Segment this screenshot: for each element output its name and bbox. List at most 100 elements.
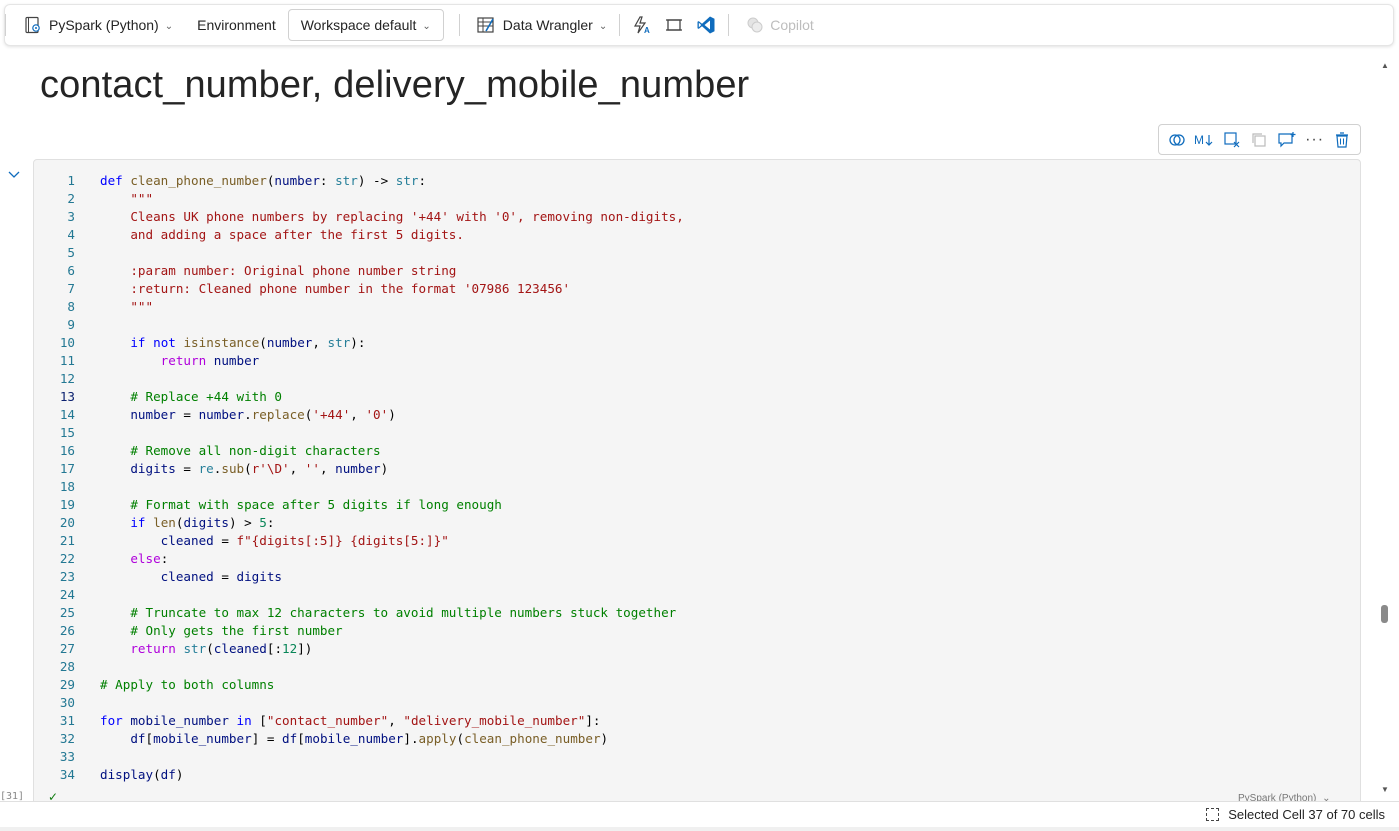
code-line[interactable]: 30 <box>34 694 1360 712</box>
code-line[interactable]: 6 :param number: Original phone number s… <box>34 262 1360 280</box>
code-line[interactable]: 26 # Only gets the first number <box>34 622 1360 640</box>
language-selector[interactable]: PySpark (Python) ⌄ <box>24 9 173 41</box>
code-line[interactable]: 10 if not isinstance(number, str): <box>34 334 1360 352</box>
code-line[interactable]: 33 <box>34 748 1360 766</box>
vertical-scrollbar[interactable]: ▲ ▼ <box>1377 57 1392 801</box>
code-line[interactable]: 25 # Truncate to max 12 characters to av… <box>34 604 1360 622</box>
status-bar: Selected Cell 37 of 70 cells <box>0 801 1399 827</box>
workspace-dropdown[interactable]: Workspace default ⌄ <box>287 9 444 41</box>
open-in-vscode-button[interactable] <box>694 9 718 41</box>
line-number: 22 <box>59 551 75 566</box>
code-line[interactable]: 11 return number <box>34 352 1360 370</box>
ai-cell-button[interactable] <box>1166 129 1188 151</box>
code-line[interactable]: 17 digits = re.sub(r'\D', '', number) <box>34 460 1360 478</box>
code-line[interactable]: 29 # Apply to both columns <box>34 676 1360 694</box>
code-line[interactable]: 31 for mobile_number in ["contact_number"… <box>34 712 1360 730</box>
delete-cell-button[interactable] <box>1331 129 1353 151</box>
code-text: """ <box>100 191 154 206</box>
line-number: 2 <box>67 191 75 206</box>
line-number: 19 <box>59 497 75 512</box>
code-line[interactable]: 20 if len(digits) > 5: <box>34 514 1360 532</box>
data-wrangler-button[interactable]: Data Wrangler ⌄ <box>476 9 607 41</box>
markdown-icon: M <box>1194 133 1213 147</box>
workspace-label: Workspace default <box>300 17 417 33</box>
code-line[interactable]: 3 Cleans UK phone numbers by replacing '… <box>34 208 1360 226</box>
chevron-down-icon: ⌄ <box>164 20 174 32</box>
copy-cell-button[interactable] <box>1248 129 1270 151</box>
line-number: 31 <box>59 713 75 728</box>
line-number: 8 <box>67 299 75 314</box>
copilot-label: Copilot <box>770 17 814 33</box>
line-number: 34 <box>59 767 75 782</box>
chevron-down-icon: ⌄ <box>422 20 431 32</box>
code-line[interactable]: 24 <box>34 586 1360 604</box>
code-line[interactable]: 7 :return: Cleaned phone number in the f… <box>34 280 1360 298</box>
code-line[interactable]: 19 # Format with space after 5 digits if… <box>34 496 1360 514</box>
code-text: if len(digits) > 5: <box>130 515 275 530</box>
code-line[interactable]: 13 # Replace +44 with 0 <box>34 388 1360 406</box>
line-number: 20 <box>59 515 75 530</box>
trash-icon <box>1336 131 1349 148</box>
code-line[interactable]: 2 """ <box>34 190 1360 208</box>
ai-functions-button[interactable]: A <box>630 9 654 41</box>
line-number: 32 <box>59 731 75 746</box>
code-line[interactable]: 16 # Remove all non-digit characters <box>34 442 1360 460</box>
code-text: cleaned = digits <box>160 569 282 584</box>
selection-icon <box>1206 808 1220 821</box>
code-line[interactable]: 12 <box>34 370 1360 388</box>
code-lines: 1 def clean_phone_number(number: str) -> … <box>34 172 1360 784</box>
code-line[interactable]: 28 <box>34 658 1360 676</box>
ellipsis-icon: ··· <box>1305 130 1325 148</box>
code-line[interactable]: 18 <box>34 478 1360 496</box>
code-line[interactable]: 22 else: <box>34 550 1360 568</box>
code-line[interactable]: 32 df[mobile_number] = df[mobile_number]… <box>34 730 1360 748</box>
clear-output-button[interactable] <box>1221 129 1243 151</box>
code-line[interactable]: 9 <box>34 316 1360 334</box>
code-line[interactable]: 8 """ <box>34 298 1360 316</box>
environment-text: Environment <box>197 17 276 33</box>
code-line[interactable]: 34 display(df) <box>34 766 1360 784</box>
code-line[interactable]: 23 cleaned = digits <box>34 568 1360 586</box>
code-line[interactable]: 27 return str(cleaned[:12]) <box>34 640 1360 658</box>
add-comment-button[interactable] <box>1276 129 1298 151</box>
line-number: 15 <box>59 425 75 440</box>
scroll-up-arrow-icon[interactable]: ▲ <box>1381 61 1389 70</box>
line-number: 18 <box>59 479 75 494</box>
line-number: 6 <box>67 263 75 278</box>
svg-text:M: M <box>1194 133 1204 147</box>
scrollbar-thumb[interactable] <box>1381 605 1388 623</box>
code-text: Cleans UK phone numbers by replacing '+4… <box>100 209 684 224</box>
line-number: 28 <box>59 659 75 674</box>
code-text: def clean_phone_number(number: str) -> s… <box>100 173 427 188</box>
code-text: # Truncate to max 12 characters to avoid… <box>130 605 677 620</box>
copilot-button[interactable]: Copilot <box>746 9 814 41</box>
toolbar-divider <box>728 14 730 36</box>
code-line[interactable]: 15 <box>34 424 1360 442</box>
vscode-icon <box>697 16 715 34</box>
more-options-button[interactable]: ··· <box>1304 129 1326 151</box>
notebook-gear-icon <box>25 16 40 34</box>
code-cell-editor[interactable]: 1 def clean_phone_number(number: str) -> … <box>33 159 1361 819</box>
scroll-down-arrow-icon[interactable]: ▼ <box>1381 785 1389 794</box>
code-line[interactable]: 1 def clean_phone_number(number: str) -> … <box>34 172 1360 190</box>
code-text: :param number: Original phone number str… <box>100 263 457 278</box>
code-line[interactable]: 4 and adding a space after the first 5 d… <box>34 226 1360 244</box>
code-line[interactable]: 5 <box>34 244 1360 262</box>
collapse-cell-button[interactable] <box>6 168 22 182</box>
notebook-toolbar: PySpark (Python) ⌄ Environment Workspace… <box>4 4 1394 46</box>
line-number: 5 <box>67 245 75 260</box>
code-line[interactable]: 14 number = number.replace('+44', '0') <box>34 406 1360 424</box>
code-text: return number <box>160 353 260 368</box>
code-text: :return: Cleaned phone number in the for… <box>100 281 571 296</box>
markdown-heading[interactable]: contact_number, delivery_mobile_number <box>40 64 749 107</box>
focus-mode-button[interactable] <box>662 9 686 41</box>
line-number: 26 <box>59 623 75 638</box>
convert-to-markdown-button[interactable]: M <box>1193 129 1215 151</box>
window-bottom-edge <box>0 827 1399 831</box>
code-line[interactable]: 21 cleaned = f"{digits[:5]} {digits[5:]}… <box>34 532 1360 550</box>
line-number: 4 <box>67 227 75 242</box>
code-text: df[mobile_number] = df[mobile_number].ap… <box>130 731 609 746</box>
code-text: else: <box>130 551 169 566</box>
line-number: 11 <box>59 353 75 368</box>
line-number: 29 <box>59 677 75 692</box>
